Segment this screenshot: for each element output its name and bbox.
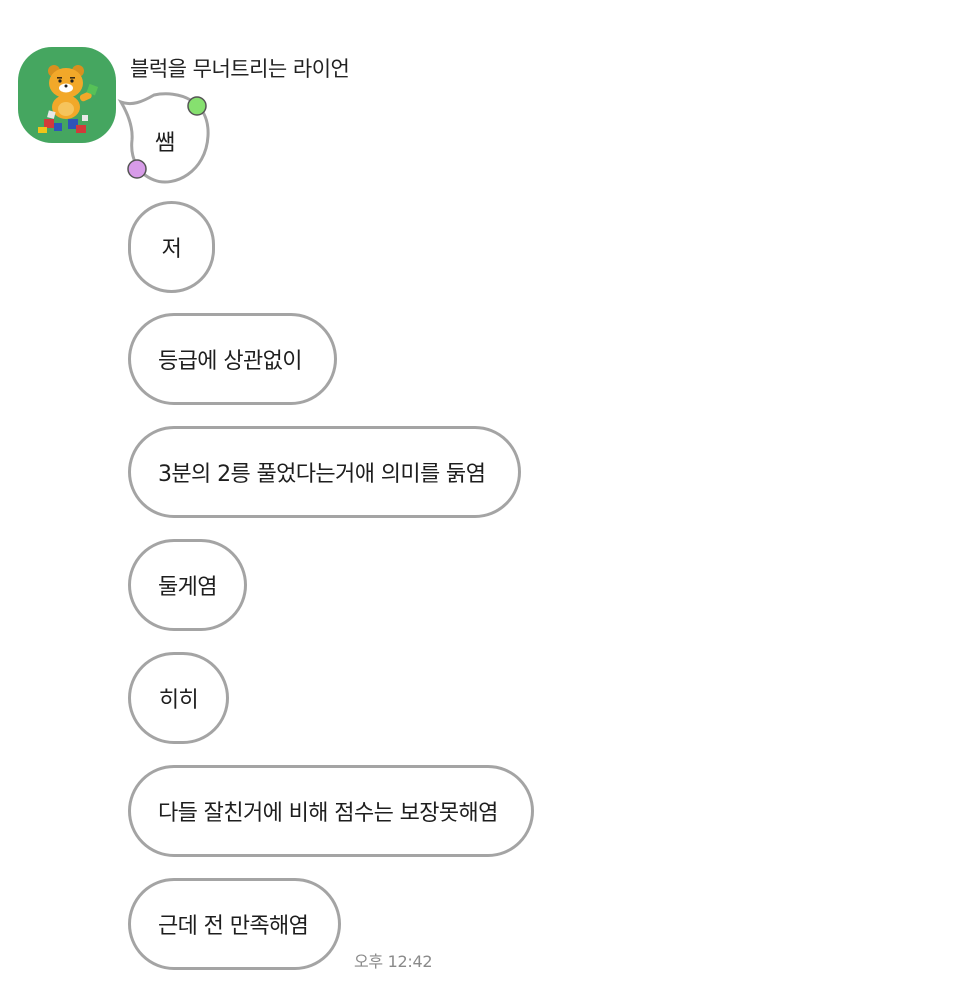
message-bubble[interactable]: 근데 전 만족해염	[128, 878, 341, 970]
ryan-character-icon	[38, 65, 99, 133]
sender-avatar[interactable]	[18, 47, 116, 143]
message-text: 둘게염	[158, 575, 218, 600]
message-text: 쌤	[155, 131, 176, 156]
sender-name: 블럭을 무너트리는 라이언	[130, 57, 350, 81]
message-bubble[interactable]: 등급에 상관없이	[128, 313, 337, 405]
message-text: 3분의 2릉 풀었다는거애 의미를 둙염	[158, 462, 486, 487]
purple-dot-icon	[127, 159, 147, 179]
message-timestamp: 오후 12:42	[354, 952, 433, 971]
message-bubble[interactable]: 저	[128, 201, 215, 293]
message-bubble[interactable]: 히히	[128, 652, 229, 744]
message-bubble[interactable]: 3분의 2릉 풀었다는거애 의미를 둙염	[128, 426, 521, 518]
message-text: 다들 잘친거에 비해 점수는 보장못해염	[158, 801, 498, 826]
message-text: 히히	[158, 688, 199, 713]
message-bubble[interactable]: 쌤	[117, 88, 218, 188]
message-text: 근데 전 만족해염	[158, 914, 309, 939]
message-bubble[interactable]: 다들 잘친거에 비해 점수는 보장못해염	[128, 765, 534, 857]
green-dot-icon	[187, 96, 207, 116]
message-bubble[interactable]: 둘게염	[128, 539, 247, 631]
message-text: 저	[161, 237, 182, 262]
message-text: 등급에 상관없이	[158, 349, 302, 374]
